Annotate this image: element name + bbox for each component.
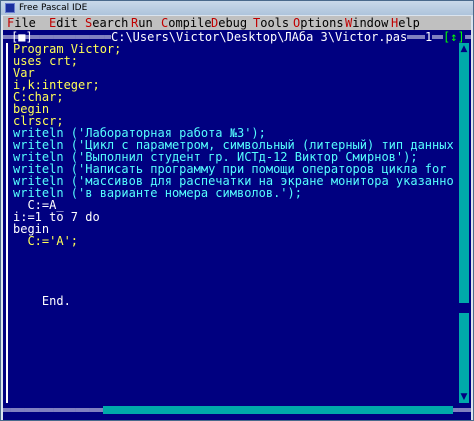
menu-label-rest: ile <box>14 16 36 30</box>
scrollbar-thumb[interactable] <box>459 303 469 313</box>
editor-frame-left <box>6 43 8 403</box>
menu-label-rest: ptions <box>300 16 344 30</box>
menu-window[interactable]: Window <box>345 16 388 30</box>
menu-label-rest: elp <box>398 16 420 30</box>
code-line: uses crt; <box>13 54 79 68</box>
code-line: C:char; <box>13 90 64 104</box>
menu-file[interactable]: File <box>7 16 36 30</box>
code-line: C:='A'; <box>13 234 79 248</box>
code-editor[interactable]: Program Victor; uses crt; Var i,k:integer; C… <box>13 43 453 403</box>
code-line: End. <box>13 294 71 308</box>
menu-search[interactable]: Search <box>85 16 128 30</box>
menu-bar: File Edit Search Run Compile Debug Tools Option… <box>3 16 471 30</box>
horizontal-scrollbar[interactable] <box>103 406 453 414</box>
menu-compile[interactable]: Compile <box>161 16 212 30</box>
menu-label-rest: un <box>138 16 153 30</box>
menu-options[interactable]: Options <box>293 16 344 30</box>
menu-edit[interactable]: Edit <box>49 16 78 30</box>
code-line: writeln ('в варианте номера символов.'); <box>13 186 302 200</box>
code-line: i:=1 to 7 do <box>13 210 100 224</box>
code-line: Program Victor; <box>13 43 122 56</box>
window-number: 1 <box>425 30 433 44</box>
application-window: Free Pascal IDE File Edit Search Run Compile… <box>0 0 474 421</box>
app-icon <box>5 3 15 13</box>
code-line: begin <box>13 102 50 116</box>
zoom-box-button[interactable]: [↕] <box>443 31 465 43</box>
menu-run[interactable]: Run <box>131 16 153 30</box>
menu-label-rest: dit <box>56 16 78 30</box>
menu-label-rest: earch <box>92 16 129 30</box>
menu-help[interactable]: Help <box>391 16 420 30</box>
vertical-scrollbar[interactable]: ▲ ▼ <box>459 43 469 403</box>
window-title: Free Pascal IDE <box>19 3 88 13</box>
code-line: begin <box>13 222 50 236</box>
menu-label-rest: indow <box>352 16 389 30</box>
menu-label-rest: ools <box>260 16 290 30</box>
editor-file-path: C:\Users\Victor\Desktop\ЛАба 3\Victor.pa… <box>111 30 408 44</box>
close-box-button[interactable]: [■] <box>11 31 33 43</box>
code-line: i,k:integer; <box>13 78 100 92</box>
scroll-down-icon[interactable]: ▼ <box>459 391 469 403</box>
menu-label-rest: ompile <box>168 16 212 30</box>
window-titlebar[interactable]: Free Pascal IDE <box>1 1 473 15</box>
menu-debug[interactable]: Debug <box>211 16 247 30</box>
ide-desktop: File Edit Search Run Compile Debug Tools Option… <box>3 16 471 420</box>
menu-tools[interactable]: Tools <box>253 16 289 30</box>
scroll-up-icon[interactable]: ▲ <box>459 43 469 55</box>
menu-label-rest: ebug <box>218 16 248 30</box>
